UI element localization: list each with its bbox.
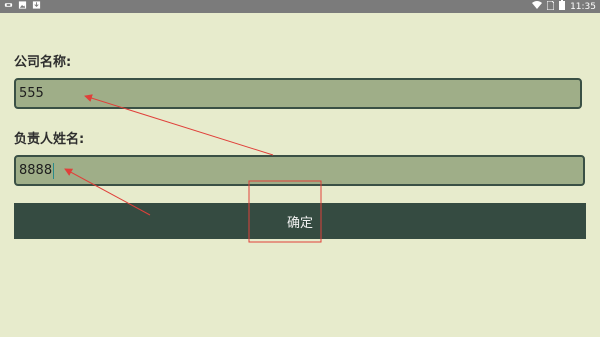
sim-icon <box>546 0 555 13</box>
company-name-input[interactable]: 555 <box>14 78 582 109</box>
confirm-button[interactable]: 确定 <box>14 203 586 239</box>
usb-icon <box>4 1 13 12</box>
status-time: 11:35 <box>570 1 596 12</box>
manager-name-input[interactable]: 8888 <box>14 155 585 186</box>
status-bar: 11:35 <box>0 0 600 13</box>
manager-name-value: 8888 <box>19 163 53 178</box>
image-icon <box>18 1 27 12</box>
download-icon <box>32 1 41 12</box>
text-cursor <box>53 162 55 179</box>
confirm-button-label: 确定 <box>286 215 313 231</box>
company-name-label: 公司名称: <box>14 55 72 70</box>
manager-name-label: 负责人姓名: <box>14 132 85 147</box>
wifi-icon <box>532 1 543 12</box>
battery-icon <box>559 0 566 13</box>
company-name-value: 555 <box>19 86 44 101</box>
